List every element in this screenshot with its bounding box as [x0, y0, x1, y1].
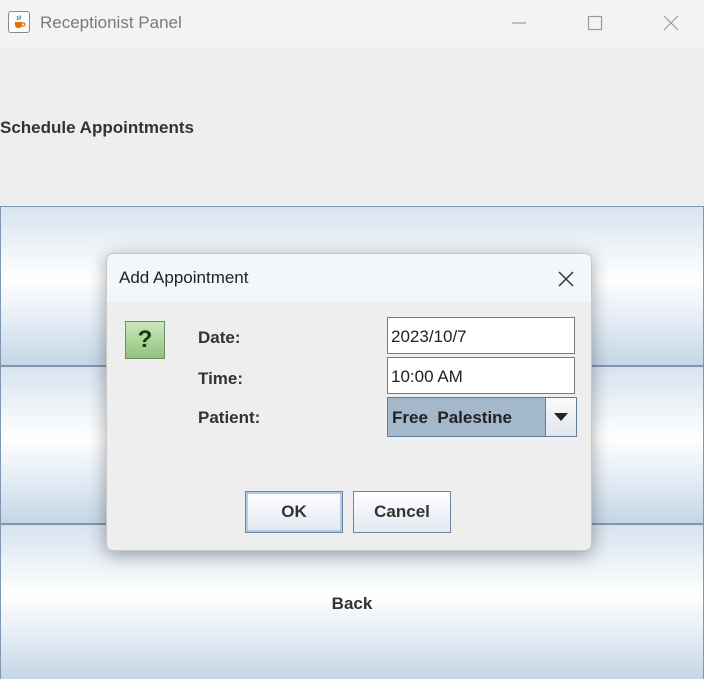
date-field[interactable]: 2023/10/7 [387, 317, 575, 354]
add-appointment-dialog: Add Appointment ? Date: 2023/10/7 Time: … [106, 253, 592, 551]
cancel-button[interactable]: Cancel [353, 491, 451, 533]
dialog-close-button[interactable] [555, 268, 577, 290]
dialog-titlebar[interactable]: Add Appointment [107, 254, 591, 302]
minimize-button[interactable] [496, 6, 542, 40]
java-cup-icon [8, 11, 30, 33]
back-button-label: Back [331, 594, 373, 613]
minimize-icon [512, 22, 526, 24]
dialog-title: Add Appointment [119, 268, 249, 287]
patient-label: Patient: [198, 408, 261, 427]
maximize-button[interactable] [572, 6, 618, 40]
close-button[interactable] [648, 6, 694, 40]
page-title: Schedule Appointments [0, 118, 194, 137]
time-field[interactable]: 10:00 AM [387, 357, 575, 394]
question-icon: ? [125, 321, 165, 359]
window-title: Receptionist Panel [40, 13, 182, 32]
date-label: Date: [198, 328, 241, 347]
window-titlebar[interactable]: Receptionist Panel [0, 0, 704, 48]
ok-button[interactable]: OK [245, 491, 343, 533]
patient-selected-value: Free Palestine [388, 398, 546, 436]
chevron-down-icon [554, 413, 568, 421]
dropdown-arrow-button[interactable] [546, 398, 576, 436]
time-label: Time: [198, 369, 244, 388]
close-icon [558, 271, 574, 287]
close-icon [663, 15, 679, 31]
patient-dropdown[interactable]: Free Palestine [387, 397, 577, 437]
maximize-icon [587, 15, 603, 31]
